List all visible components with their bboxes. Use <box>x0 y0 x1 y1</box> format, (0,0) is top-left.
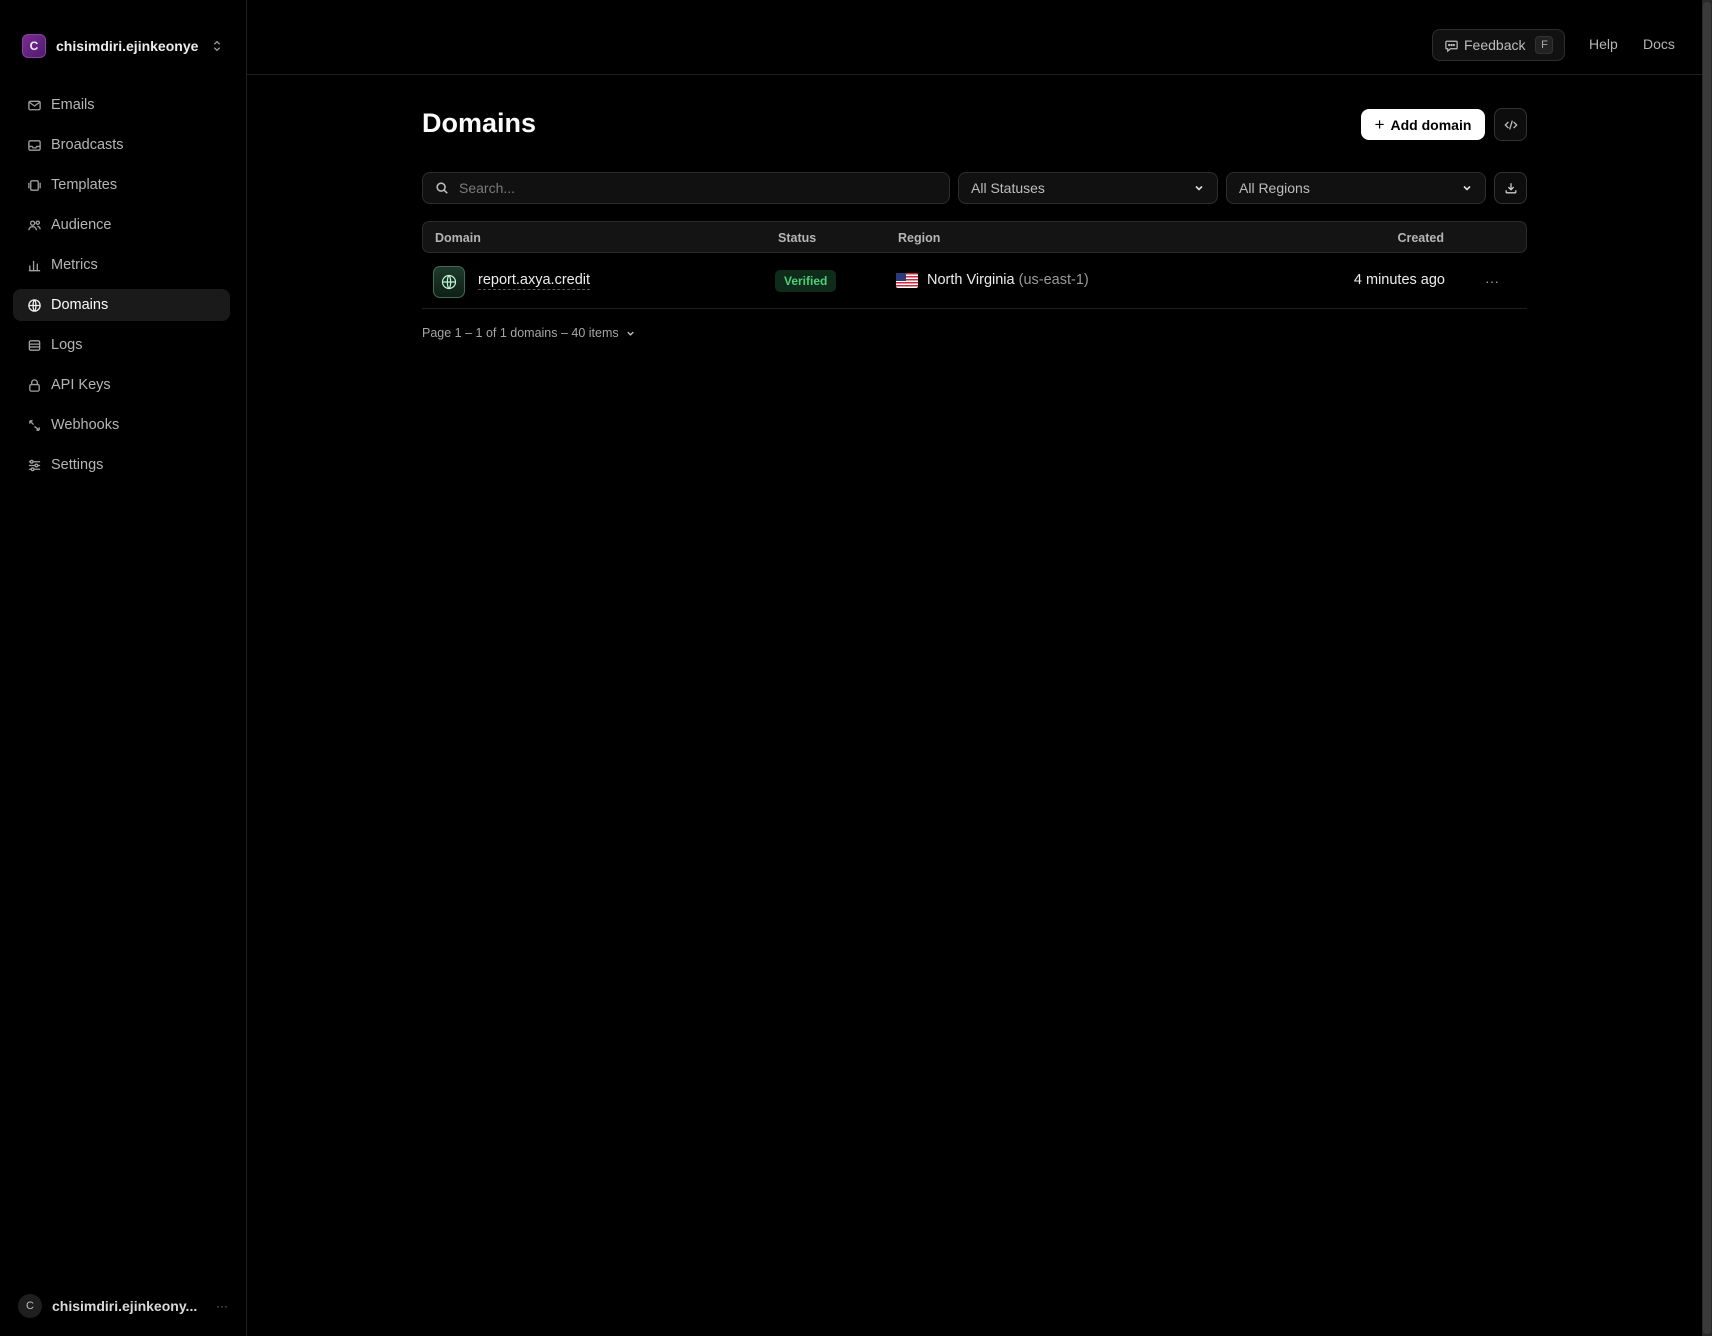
team-name: chisimdiri.ejinkeonye <box>56 38 199 54</box>
region-filter-value: All Regions <box>1239 180 1310 196</box>
search-field[interactable] <box>422 172 950 204</box>
sidebar-item-label: Metrics <box>51 257 98 273</box>
sidebar-item-label: Settings <box>51 457 104 473</box>
app-root: C chisimdiri.ejinkeonye Emails Broadcast… <box>0 0 1712 1336</box>
lock-icon <box>26 377 42 393</box>
sidebar: C chisimdiri.ejinkeonye Emails Broadcast… <box>0 0 247 1336</box>
chat-bubble-icon <box>1445 40 1458 52</box>
chevron-down-icon <box>1463 185 1471 191</box>
feedback-button[interactable]: Feedback F <box>1432 29 1565 61</box>
globe-icon <box>26 297 42 313</box>
plus-icon: + <box>1374 114 1385 134</box>
team-switcher[interactable]: C chisimdiri.ejinkeonye <box>22 34 224 58</box>
region-filter-select[interactable]: All Regions <box>1226 172 1486 204</box>
sidebar-item-label: Domains <box>51 297 109 313</box>
sidebar-item-audience[interactable]: Audience <box>13 209 230 241</box>
add-domain-label: Add domain <box>1390 116 1472 133</box>
download-icon <box>1505 183 1516 194</box>
webhook-icon <box>26 417 42 433</box>
mail-icon <box>26 97 42 113</box>
sidebar-item-api-keys[interactable]: API Keys <box>13 369 230 401</box>
sidebar-item-label: Webhooks <box>51 417 120 433</box>
inbox-icon <box>26 137 42 153</box>
templates-icon <box>26 177 42 193</box>
sidebar-item-label: API Keys <box>51 377 111 393</box>
topbar: Feedback F Help Docs <box>247 0 1702 75</box>
chevron-down-icon <box>626 331 634 336</box>
sidebar-item-broadcasts[interactable]: Broadcasts <box>13 129 230 161</box>
search-icon <box>436 182 448 194</box>
sidebar-item-domains[interactable]: Domains <box>13 289 230 321</box>
column-header-domain[interactable]: Domain <box>435 231 481 245</box>
sidebar-item-emails[interactable]: Emails <box>13 89 230 121</box>
sidebar-item-label: Templates <box>51 177 118 193</box>
chevron-up-down-icon <box>213 40 221 52</box>
code-icon <box>1503 119 1518 130</box>
feedback-shortcut-key: F <box>1535 36 1554 54</box>
created-time: 4 minutes ago <box>1353 272 1445 288</box>
sidebar-nav: Emails Broadcasts Templates Audience Met… <box>13 89 230 489</box>
user-name: chisimdiri.ejinkeony... <box>52 1298 198 1314</box>
domain-globe-icon <box>433 266 465 298</box>
region-code: (us-east-1) <box>1018 272 1089 288</box>
logs-icon <box>26 337 42 353</box>
sliders-icon <box>26 457 42 473</box>
region-name: North Virginia <box>927 272 1015 288</box>
docs-link[interactable]: Docs <box>1643 36 1675 52</box>
bar-chart-icon <box>26 257 42 273</box>
sidebar-item-templates[interactable]: Templates <box>13 169 230 201</box>
scrollbar-thumb[interactable] <box>1703 2 1711 1334</box>
pagination-text: Page 1 – 1 of 1 domains – 40 items <box>422 326 619 340</box>
domain-link[interactable]: report.axya.credit <box>478 272 591 290</box>
sidebar-item-logs[interactable]: Logs <box>13 329 230 361</box>
region-text: North Virginia (us-east-1) <box>927 272 1089 288</box>
user-avatar: C <box>18 1294 42 1318</box>
team-avatar: C <box>22 34 46 58</box>
column-header-status[interactable]: Status <box>778 231 816 245</box>
users-icon <box>26 217 42 233</box>
row-actions-icon[interactable]: ··· <box>1482 271 1502 291</box>
sidebar-item-label: Broadcasts <box>51 137 124 153</box>
page-title: Domains <box>422 108 537 138</box>
chevron-down-icon <box>1195 185 1203 191</box>
status-badge: Verified <box>775 270 837 292</box>
help-link[interactable]: Help <box>1589 36 1618 52</box>
api-code-button[interactable] <box>1494 108 1527 141</box>
sidebar-item-label: Audience <box>51 217 112 233</box>
sidebar-item-metrics[interactable]: Metrics <box>13 249 230 281</box>
column-header-region[interactable]: Region <box>898 231 940 245</box>
status-filter-value: All Statuses <box>971 180 1045 196</box>
export-button[interactable] <box>1494 172 1527 204</box>
feedback-label: Feedback <box>1464 37 1526 53</box>
column-header-created[interactable]: Created <box>1397 231 1444 245</box>
sidebar-item-webhooks[interactable]: Webhooks <box>13 409 230 441</box>
sidebar-item-label: Logs <box>51 337 83 353</box>
table-row[interactable]: report.axya.credit Verified North Virgin… <box>422 253 1527 309</box>
pagination-selector[interactable]: Page 1 – 1 of 1 domains – 40 items <box>422 326 636 340</box>
sidebar-item-label: Emails <box>51 97 95 113</box>
search-input[interactable] <box>459 180 939 196</box>
domains-table: Domain Status Region Created report.axya… <box>422 221 1527 309</box>
main-content: Feedback F Help Docs Domains + Add domai… <box>247 0 1712 1336</box>
add-domain-button[interactable]: + Add domain <box>1361 109 1485 140</box>
status-filter-select[interactable]: All Statuses <box>958 172 1218 204</box>
sidebar-item-settings[interactable]: Settings <box>13 449 230 481</box>
scrollbar[interactable] <box>1702 0 1712 1336</box>
table-header: Domain Status Region Created <box>422 221 1527 253</box>
user-menu[interactable]: C chisimdiri.ejinkeony... ··· <box>18 1294 228 1318</box>
user-more-icon[interactable]: ··· <box>216 1299 228 1313</box>
us-flag-icon <box>896 273 918 288</box>
